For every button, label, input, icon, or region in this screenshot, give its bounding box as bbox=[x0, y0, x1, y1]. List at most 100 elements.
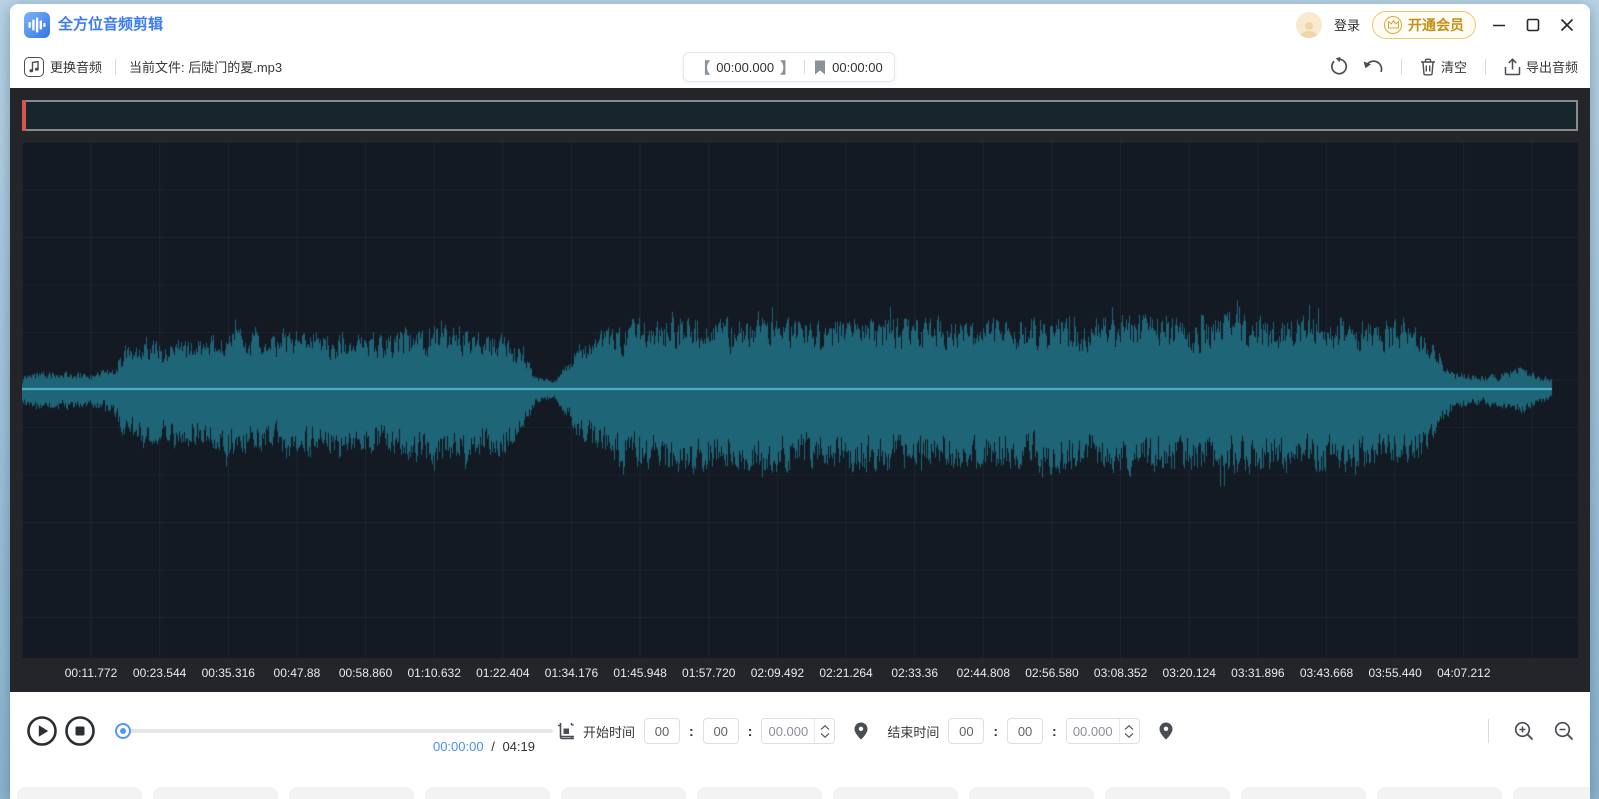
preset-card[interactable] bbox=[697, 787, 822, 799]
slider-handle[interactable] bbox=[115, 723, 131, 739]
clear-button[interactable]: 清空 bbox=[1420, 57, 1467, 76]
time-tick-label: 03:55.440 bbox=[1368, 666, 1421, 680]
clear-label: 清空 bbox=[1441, 57, 1467, 76]
time-tick-label: 01:57.720 bbox=[682, 666, 735, 680]
minimap-left-handle[interactable] bbox=[22, 100, 26, 131]
range-controls: 开始时间 : : 结束时间 bbox=[556, 717, 1185, 745]
crown-icon bbox=[1384, 16, 1402, 34]
time-tick-label: 00:11.772 bbox=[65, 666, 118, 680]
selection-duration: 00:00.000 bbox=[716, 60, 774, 75]
end-time-label: 结束时间 bbox=[887, 722, 939, 741]
start-time-label: 开始时间 bbox=[583, 722, 635, 741]
start-hour-input[interactable] bbox=[644, 718, 680, 744]
start-minute-input[interactable] bbox=[703, 718, 739, 744]
waveform-area[interactable] bbox=[22, 142, 1578, 658]
desktop-background: 全方位音频剪辑 登录 开通会员 bbox=[0, 0, 1599, 799]
progress-slider[interactable] bbox=[116, 723, 553, 739]
marker-time: 00:00:00 bbox=[832, 60, 883, 75]
preset-card[interactable] bbox=[425, 787, 550, 799]
current-time: 00:00:00 bbox=[433, 739, 484, 754]
preset-card[interactable] bbox=[1377, 787, 1502, 799]
maximize-button[interactable] bbox=[1522, 14, 1544, 36]
login-button[interactable]: 登录 bbox=[1334, 15, 1360, 34]
app-window: 全方位音频剪辑 登录 开通会员 bbox=[10, 4, 1590, 799]
total-time: 04:19 bbox=[502, 739, 535, 754]
minimap-overview[interactable] bbox=[22, 100, 1578, 131]
slider-handle-dot bbox=[120, 728, 126, 734]
zoom-in-icon[interactable] bbox=[1514, 721, 1534, 741]
time-tick-label: 00:23.544 bbox=[133, 666, 186, 680]
app-title: 全方位音频剪辑 bbox=[58, 4, 163, 45]
titlebar-right: 登录 开通会员 bbox=[1296, 4, 1578, 45]
time-readout: 00:00:00 / 04:19 bbox=[360, 739, 535, 754]
end-seconds-input[interactable] bbox=[1067, 719, 1119, 743]
bracket-left-icon: 【 bbox=[695, 57, 710, 78]
play-button[interactable] bbox=[26, 715, 58, 747]
end-seconds-group bbox=[1066, 718, 1140, 744]
preset-card[interactable] bbox=[1241, 787, 1366, 799]
start-seconds-group bbox=[761, 718, 835, 744]
preset-card[interactable] bbox=[153, 787, 278, 799]
set-end-marker-pin-icon[interactable] bbox=[1159, 722, 1173, 740]
colon: : bbox=[689, 723, 694, 739]
file-toolbar-right: 清空 导出音频 bbox=[1329, 45, 1578, 88]
preset-card-row bbox=[17, 787, 1590, 799]
vip-button[interactable]: 开通会员 bbox=[1372, 11, 1476, 39]
preset-card[interactable] bbox=[561, 787, 686, 799]
time-tick-label: 01:22.404 bbox=[476, 666, 529, 680]
preset-card[interactable] bbox=[17, 787, 142, 799]
redo-icon[interactable] bbox=[1329, 57, 1349, 77]
time-tick-label: 02:56.580 bbox=[1025, 666, 1078, 680]
chevron-up-icon bbox=[820, 725, 830, 730]
export-audio-button[interactable]: 导出音频 bbox=[1504, 57, 1578, 76]
crop-region-icon bbox=[556, 721, 576, 741]
vip-label: 开通会员 bbox=[1408, 15, 1464, 35]
start-seconds-input[interactable] bbox=[762, 719, 814, 743]
time-tick-label: 02:21.264 bbox=[819, 666, 872, 680]
app-logo-icon bbox=[24, 12, 50, 38]
zoom-out-icon[interactable] bbox=[1554, 721, 1574, 741]
change-audio-button[interactable]: 更换音频 bbox=[24, 57, 102, 77]
preset-card[interactable] bbox=[969, 787, 1094, 799]
preset-card[interactable] bbox=[1513, 787, 1590, 799]
end-hour-input[interactable] bbox=[948, 718, 984, 744]
time-tick-label: 02:09.492 bbox=[751, 666, 804, 680]
time-tick-label: 01:10.632 bbox=[407, 666, 460, 680]
divider bbox=[1485, 59, 1486, 75]
set-start-marker-pin-icon[interactable] bbox=[854, 722, 868, 740]
stop-button[interactable] bbox=[64, 715, 96, 747]
time-tick-label: 02:44.808 bbox=[957, 666, 1010, 680]
divider bbox=[804, 60, 805, 74]
zoom-controls bbox=[1483, 717, 1574, 745]
change-audio-label: 更换音频 bbox=[50, 57, 102, 76]
selection-time-display: 【 00:00.000 】 00:00:00 bbox=[683, 52, 895, 82]
end-seconds-spinner[interactable] bbox=[1119, 719, 1139, 743]
export-label: 导出音频 bbox=[1526, 57, 1578, 76]
close-button[interactable] bbox=[1556, 14, 1578, 36]
end-minute-input[interactable] bbox=[1007, 718, 1043, 744]
start-seconds-spinner[interactable] bbox=[814, 719, 834, 743]
time-tick-label: 03:31.896 bbox=[1231, 666, 1284, 680]
waveform-canvas[interactable] bbox=[22, 142, 1578, 658]
colon: : bbox=[993, 723, 998, 739]
time-tick-label: 03:20.124 bbox=[1163, 666, 1216, 680]
time-tick-label: 01:34.176 bbox=[545, 666, 598, 680]
preset-card[interactable] bbox=[1105, 787, 1230, 799]
undo-icon[interactable] bbox=[1362, 58, 1383, 76]
chevron-up-icon bbox=[1124, 725, 1134, 730]
file-toolbar-left: 更换音频 当前文件: 后陡门的夏.mp3 bbox=[24, 45, 282, 88]
time-tick-label: 03:43.668 bbox=[1300, 666, 1353, 680]
slider-track[interactable] bbox=[116, 729, 553, 733]
preset-card[interactable] bbox=[833, 787, 958, 799]
titlebar: 全方位音频剪辑 登录 开通会员 bbox=[10, 4, 1590, 45]
colon: : bbox=[748, 723, 753, 739]
bracket-right-icon: 】 bbox=[780, 57, 795, 78]
divider bbox=[1488, 719, 1489, 743]
bookmark-icon bbox=[814, 60, 826, 75]
minimize-button[interactable] bbox=[1488, 14, 1510, 36]
chevron-down-icon bbox=[820, 733, 830, 738]
preset-card[interactable] bbox=[289, 787, 414, 799]
avatar[interactable] bbox=[1296, 12, 1322, 38]
time-tick-label: 02:33.36 bbox=[891, 666, 938, 680]
time-tick-label: 01:45.948 bbox=[613, 666, 666, 680]
